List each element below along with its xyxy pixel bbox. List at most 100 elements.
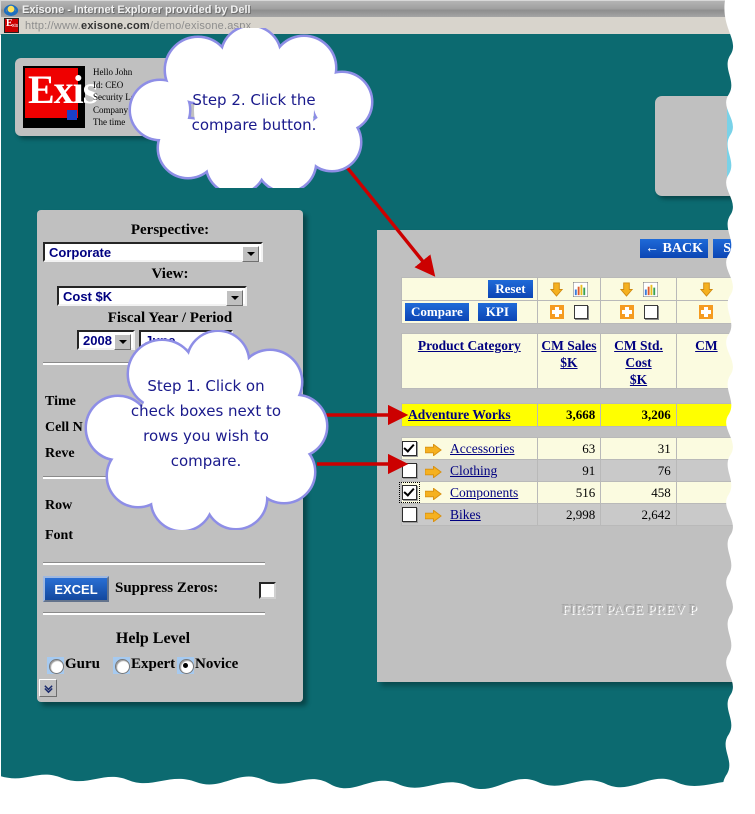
perspective-value: Corporate (49, 244, 112, 260)
kpi-button[interactable]: KPI (477, 303, 517, 321)
table-spacer-row (401, 426, 735, 438)
divider (43, 562, 265, 565)
suppress-zeros-checkbox[interactable] (259, 582, 276, 599)
row-category-cell: Accessories (401, 437, 538, 460)
perspective-label: Perspective: (130, 222, 210, 238)
report-table: Reset Compare KPI Product Category CM Sa… (399, 277, 735, 526)
option-label-time: Time (45, 394, 76, 409)
row-value: 2,642 (600, 503, 677, 526)
pagination-links[interactable]: FIRST PAGE PREV P (562, 603, 697, 619)
compare-cell: Compare KPI (401, 300, 538, 324)
view-value: Cost $K (63, 288, 113, 304)
callout-step-2: Step 2. Click the compare button. (126, 24, 382, 196)
table-row[interactable]: Clothing 91 76 (401, 459, 735, 482)
option-label-cell: Cell N (45, 420, 83, 435)
row-category-link[interactable]: Accessories (450, 441, 514, 456)
sort-descending-icon[interactable] (549, 282, 564, 297)
row-value: 516 (536, 481, 602, 504)
option-label-font: Font (45, 528, 73, 543)
site-favicon: Exis (4, 18, 19, 33)
view-label: View: (151, 266, 189, 282)
row-value (675, 481, 735, 504)
app-header-right-panel (655, 96, 735, 196)
internet-explorer-icon (3, 3, 19, 17)
row-category-cell: Clothing (401, 459, 538, 482)
table-row[interactable]: Components 516 458 (399, 481, 735, 504)
total-row-label[interactable]: Adventure Works (401, 403, 538, 427)
row-value (675, 459, 735, 482)
row-value: 31 (600, 437, 677, 460)
header-accent-block (727, 100, 735, 192)
perspective-select[interactable]: Corporate (43, 242, 263, 262)
reset-cell: Reset (401, 277, 538, 301)
radio-expert[interactable] (115, 659, 130, 674)
add-column-icon[interactable] (619, 305, 634, 320)
view-select[interactable]: Cost $K (57, 286, 247, 306)
add-column-icon[interactable] (549, 305, 564, 320)
column-add-3 (675, 300, 735, 324)
table-header-row: Product Category CM Sales $K CM Std. Cos… (401, 333, 735, 389)
suppress-zeros-label: Suppress Zeros: (115, 580, 219, 596)
bar-chart-icon[interactable] (572, 281, 589, 298)
start-button[interactable]: Sta (713, 239, 735, 258)
chevron-down-icon[interactable] (242, 246, 259, 262)
drill-down-arrow-icon[interactable] (424, 487, 442, 501)
table-row[interactable]: Accessories 63 31 (401, 437, 735, 460)
column-add-2 (600, 300, 677, 324)
reset-button[interactable]: Reset (488, 280, 533, 298)
row-category-link[interactable]: Bikes (450, 507, 481, 522)
column-header-cm-third[interactable]: CM (695, 338, 718, 353)
column-select-checkbox[interactable] (643, 305, 658, 320)
row-value: 76 (600, 459, 677, 482)
column-header-product-category[interactable]: Product Category (418, 338, 521, 353)
sort-descending-icon[interactable] (699, 282, 714, 297)
row-category-link[interactable]: Clothing (450, 463, 497, 478)
callout-step-2-text: Step 2. Click the compare button. (191, 91, 317, 134)
radio-guru[interactable] (49, 659, 64, 674)
table-toolbar-row-1: Reset (401, 277, 735, 301)
column-select-checkbox[interactable] (573, 305, 588, 320)
callout-step-1-text: Step 1. Click on check boxes next to row… (130, 377, 282, 470)
bar-chart-icon[interactable] (642, 281, 659, 298)
table-spacer-row (401, 323, 735, 334)
row-value (675, 437, 735, 460)
radio-novice[interactable] (179, 659, 194, 674)
callout-step-1: Step 1. Click on check boxes next to row… (82, 329, 330, 533)
column-tools-2 (600, 277, 677, 301)
row-category-cell: Bikes (401, 503, 538, 526)
excel-export-button[interactable]: EXCEL (43, 576, 109, 602)
help-level-novice-label: Novice (195, 656, 239, 672)
column-add-1 (536, 300, 602, 324)
option-label-row: Row (45, 498, 73, 513)
sort-descending-icon[interactable] (619, 282, 634, 297)
divider (43, 612, 265, 615)
drill-down-arrow-icon[interactable] (424, 465, 442, 479)
browser-titlebar: Exisone - Internet Explorer provided by … (0, 0, 736, 18)
drill-down-arrow-icon[interactable] (424, 443, 442, 457)
table-row[interactable]: Bikes 2,998 2,642 (401, 503, 735, 526)
row-compare-checkbox[interactable] (402, 507, 417, 523)
column-tools-1 (536, 277, 602, 301)
compare-button[interactable]: Compare (405, 303, 469, 321)
row-compare-checkbox[interactable] (402, 463, 417, 479)
table-spacer-row (401, 388, 735, 404)
report-panel: ← BACK Sta Reset (377, 230, 735, 682)
drill-down-arrow-icon[interactable] (424, 509, 442, 523)
back-button[interactable]: ← BACK (640, 239, 708, 258)
help-level-expert-label: Expert (131, 656, 176, 672)
scroll-down-button[interactable] (39, 679, 57, 697)
url-prefix: http://www. (25, 19, 81, 32)
row-category-link[interactable]: Components (450, 485, 518, 500)
table-toolbar-row-2: Compare KPI (401, 300, 735, 324)
column-header-cm-sales[interactable]: CM Sales $K (541, 338, 596, 370)
table-total-row: Adventure Works 3,668 3,206 (401, 403, 735, 427)
browser-title: Exisone - Internet Explorer provided by … (22, 3, 251, 16)
row-value: 91 (536, 459, 602, 482)
row-compare-checkbox[interactable] (399, 482, 420, 504)
total-row-value (675, 403, 735, 427)
add-column-icon[interactable] (699, 305, 714, 320)
chevron-down-icon[interactable] (226, 290, 243, 306)
column-header-cm-std-cost[interactable]: CM Std. Cost $K (614, 338, 663, 387)
row-compare-checkbox[interactable] (402, 441, 417, 457)
total-row-value: 3,206 (600, 403, 677, 427)
